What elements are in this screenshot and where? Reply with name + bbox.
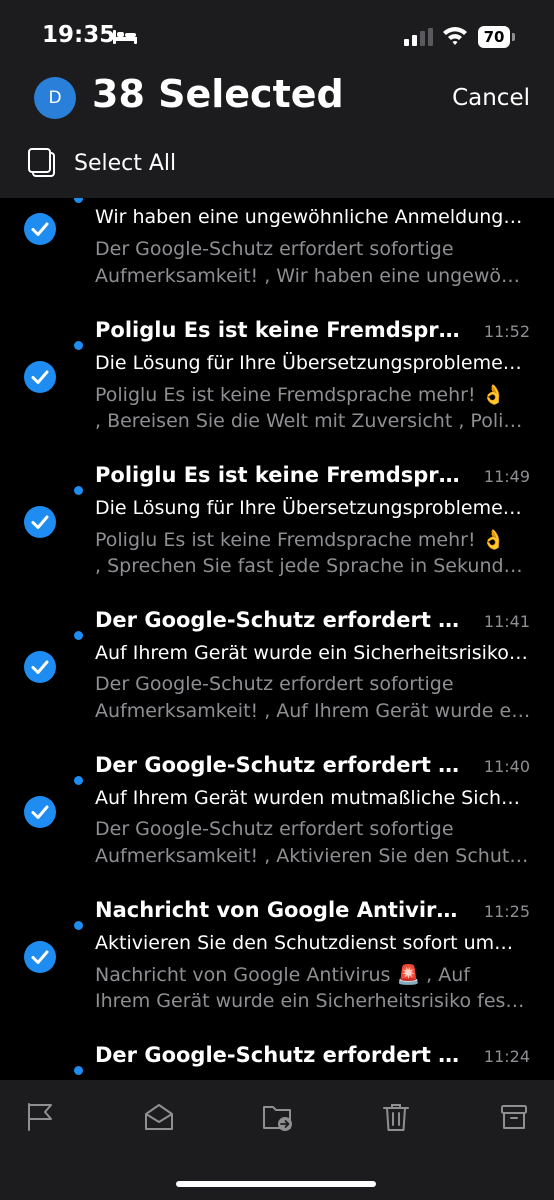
- email-row[interactable]: Poliglu Es ist keine Fremdsprach… 11:49 …: [0, 457, 554, 602]
- checked-icon[interactable]: [24, 361, 56, 393]
- email-subject: Aktivieren Sie den Schutzdienst sofort u…: [95, 932, 514, 954]
- unread-dot: [74, 341, 83, 350]
- archive-icon[interactable]: [500, 1102, 528, 1132]
- email-preview: Aufmerksamkeit! , Auf Ihrem Gerät wurde …: [95, 700, 531, 722]
- page-title: 38 Selected: [92, 72, 344, 116]
- email-time: 11:49: [483, 467, 530, 486]
- email-preview: Poliglu Es ist keine Fremdsprache mehr! …: [95, 529, 506, 551]
- email-subject: Wir haben eine ungewöhnliche Anmeldung…: [95, 206, 523, 228]
- email-sender: Poliglu Es ist keine Fremdsprach…: [95, 463, 465, 487]
- email-row[interactable]: Der Google-Schutz erfordert sof… 11:40 A…: [0, 747, 554, 892]
- battery-level: 70: [478, 26, 510, 48]
- trash-icon[interactable]: [382, 1102, 410, 1132]
- status-time: 19:35: [42, 22, 116, 48]
- signal-icon: [404, 28, 433, 46]
- email-time: 11:25: [483, 902, 530, 921]
- unread-dot: [74, 1066, 83, 1075]
- avatar[interactable]: D: [34, 77, 76, 119]
- checked-icon[interactable]: [24, 941, 56, 973]
- email-sender: Poliglu Es ist keine Fremdsprach…: [95, 318, 465, 342]
- email-preview: Aufmerksamkeit! , Wir haben eine ungewö…: [95, 265, 521, 287]
- email-preview: Nachricht von Google Antivirus 🚨 , Auf: [95, 964, 470, 986]
- email-time: 11:40: [483, 757, 530, 776]
- unread-dot: [74, 486, 83, 495]
- email-preview: Aufmerksamkeit! , Aktivieren Sie den Sch…: [95, 845, 529, 867]
- email-time: 11:24: [483, 1047, 530, 1066]
- checked-icon[interactable]: [24, 213, 56, 245]
- unread-dot: [74, 631, 83, 640]
- email-preview: Ihrem Gerät wurde ein Sicherheitsrisiko …: [95, 990, 525, 1012]
- email-preview: , Bereisen Sie die Welt mit Zuversicht ,…: [95, 410, 531, 432]
- email-row[interactable]: Poliglu Es ist keine Fremdsprach… 11:52 …: [0, 312, 554, 457]
- email-subject: Auf Ihrem Gerät wurden mutmaßliche Sich…: [95, 787, 521, 809]
- envelope-open-icon[interactable]: [144, 1102, 174, 1132]
- select-all-label: Select All: [74, 150, 177, 176]
- unread-dot: [74, 776, 83, 785]
- folder-move-icon[interactable]: [262, 1102, 294, 1132]
- email-time: 11:41: [483, 612, 530, 631]
- email-row[interactable]: Der Google-Schutz erfordert sofor… 11:41…: [0, 602, 554, 747]
- email-subject: Auf Ihrem Gerät wurde ein Sicherheitsris…: [95, 642, 528, 664]
- unread-dot: [74, 921, 83, 930]
- email-subject: Die Lösung für Ihre Übersetzungsprobleme…: [95, 497, 522, 519]
- flag-icon[interactable]: [26, 1102, 54, 1132]
- home-indicator: [176, 1181, 376, 1187]
- wifi-icon: [443, 27, 467, 45]
- unread-dot: [74, 198, 83, 203]
- email-time: 11:52: [483, 322, 530, 341]
- checked-icon[interactable]: [24, 506, 56, 538]
- battery-indicator: 70: [478, 26, 516, 48]
- email-sender: Der Google-Schutz erfordert sof…: [95, 753, 465, 777]
- email-preview: Poliglu Es ist keine Fremdsprache mehr! …: [95, 384, 506, 406]
- bed-icon: [113, 30, 137, 44]
- select-all-icon: [28, 148, 55, 177]
- email-sender: Der Google-Schutz erfordert sof…: [95, 1043, 465, 1067]
- email-subject: Die Lösung für Ihre Übersetzungsprobleme…: [95, 352, 522, 374]
- email-row[interactable]: Der Google-Schutz erfordert sof… 11:24: [0, 1037, 554, 1080]
- email-preview: Der Google-Schutz erfordert sofortige: [95, 673, 454, 695]
- email-preview: Der Google-Schutz erfordert sofortige: [95, 818, 454, 840]
- email-row[interactable]: Nachricht von Google Antivirus 🚨 11:25 A…: [0, 892, 554, 1037]
- select-all-button[interactable]: Select All: [28, 146, 176, 180]
- email-sender: Der Google-Schutz erfordert sofor…: [95, 608, 465, 632]
- header: 19:35 70 D 38 Selected Cancel Select All: [0, 0, 554, 198]
- email-sender: Nachricht von Google Antivirus 🚨: [95, 898, 465, 922]
- checked-icon[interactable]: [24, 796, 56, 828]
- email-row[interactable]: Wir haben eine ungewöhnliche Anmeldung… …: [0, 198, 554, 293]
- checked-icon[interactable]: [24, 651, 56, 683]
- battery-cap: [512, 33, 515, 41]
- cancel-button[interactable]: Cancel: [452, 85, 530, 111]
- email-preview: Der Google-Schutz erfordert sofortige: [95, 238, 454, 260]
- email-list[interactable]: Wir haben eine ungewöhnliche Anmeldung… …: [0, 198, 554, 1080]
- email-preview: , Sprechen Sie fast jede Sprache in Seku…: [95, 555, 531, 577]
